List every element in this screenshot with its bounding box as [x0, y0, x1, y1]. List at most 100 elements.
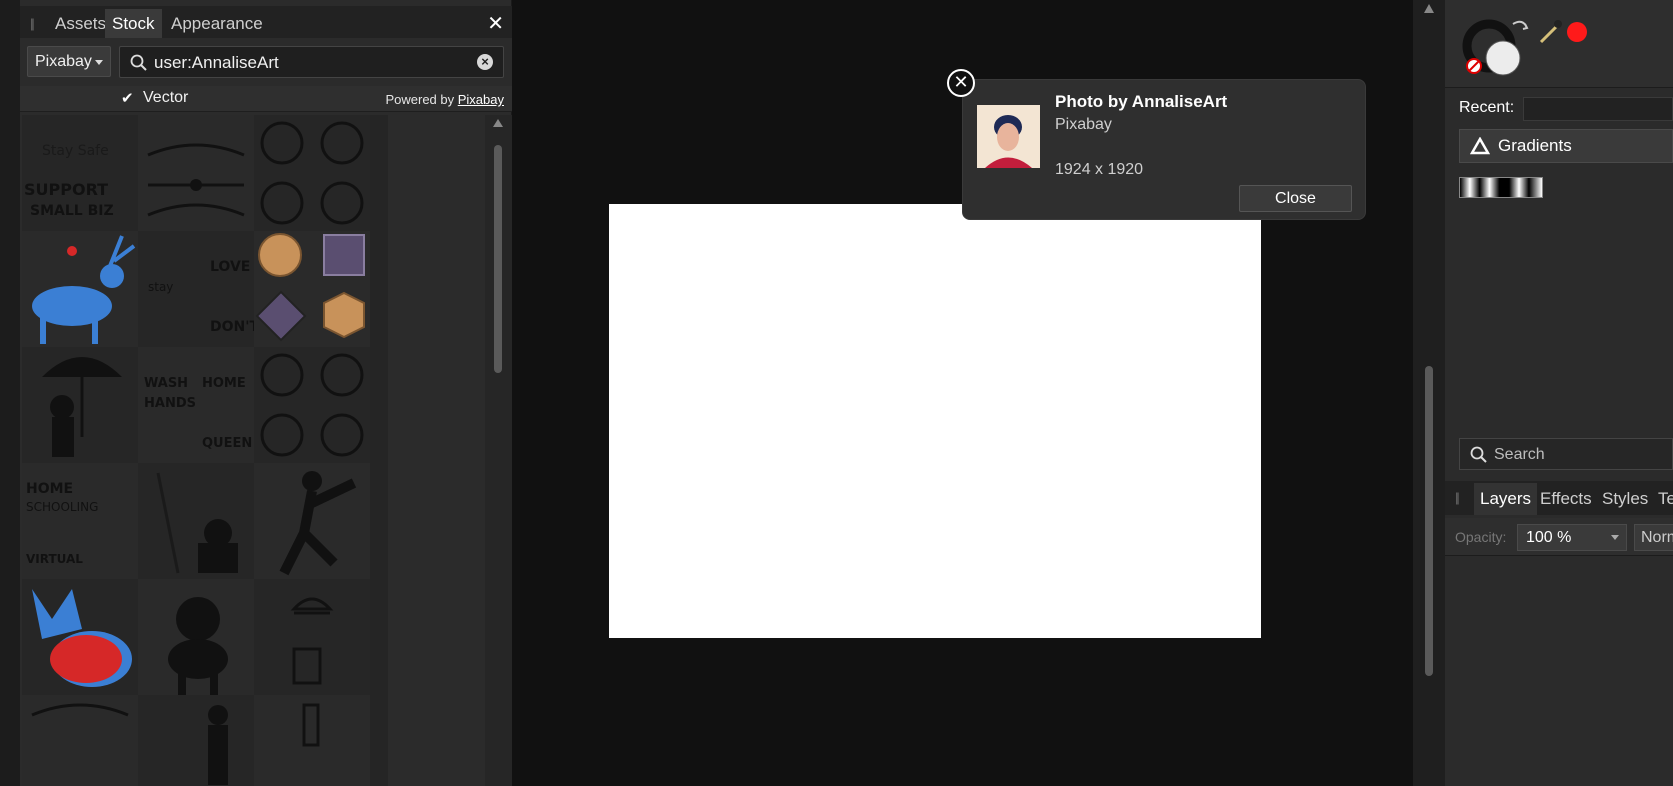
color-panel — [1445, 0, 1673, 88]
portrait-image — [977, 105, 1040, 168]
stock-thumbnail[interactable] — [254, 695, 370, 786]
stock-thumbnail[interactable] — [138, 115, 254, 231]
stock-thumbnail[interactable] — [254, 231, 370, 347]
vector-label: Vector — [143, 89, 189, 106]
vector-checkbox[interactable]: ✔ — [121, 91, 136, 106]
powered-by: Powered by Pixabay — [385, 92, 504, 107]
close-circle-icon[interactable]: ✕ — [947, 69, 975, 97]
provider-label: Pixabay — [35, 53, 92, 70]
gradients-label: Gradients — [1498, 136, 1572, 155]
stock-thumbnail[interactable] — [254, 115, 370, 231]
stock-thumbnail[interactable]: WASH HANDS QUEEN HOME — [138, 347, 254, 463]
blend-mode-dropdown[interactable]: Norm — [1634, 524, 1673, 551]
svg-text:stay: stay — [148, 280, 173, 294]
gradients-dropdown[interactable]: Gradients — [1459, 129, 1673, 163]
food-icons-icon — [290, 597, 334, 685]
poodle-silhouette-icon — [168, 597, 228, 695]
canvas-scrollbar[interactable] — [1413, 0, 1445, 786]
blue-deer-icon — [32, 235, 136, 344]
scroll-up-icon[interactable] — [1424, 4, 1434, 13]
filter-row: ✔ Vector Powered by Pixabay — [20, 86, 512, 112]
provider-dropdown[interactable]: Pixabay — [27, 46, 111, 77]
figure-silhouette-icon — [208, 705, 228, 785]
popup-title: Photo by AnnaliseArt — [1055, 92, 1228, 111]
figure-silhouette-icon — [156, 472, 238, 574]
blend-mode-value: Norm — [1641, 529, 1673, 546]
svg-text:HANDS: HANDS — [144, 396, 196, 411]
opacity-dropdown[interactable]: 100 % — [1517, 524, 1627, 551]
stock-results-grid: Stay Safe SUPPORT SMALL BIZ LOVE DON'T stay — [22, 115, 388, 786]
document-canvas[interactable] — [609, 204, 1261, 638]
stock-thumbnail[interactable]: LOVE DON'T stay — [138, 231, 254, 347]
emoji-faces-icon — [260, 121, 364, 225]
badge-shapes-icon — [255, 233, 365, 342]
stock-thumbnail[interactable] — [22, 347, 138, 463]
svg-text:LOVE: LOVE — [210, 259, 250, 275]
pixabay-link[interactable]: Pixabay — [458, 92, 504, 107]
umbrella-silhouette-icon — [42, 357, 122, 457]
stock-thumbnail[interactable]: Stay Safe SUPPORT SMALL BIZ — [22, 115, 138, 231]
svg-text:SUPPORT: SUPPORT — [24, 180, 108, 199]
stock-thumbnail[interactable] — [22, 695, 138, 786]
gradient-swatches[interactable] — [1459, 177, 1543, 198]
drag-handle-icon[interactable]: || — [30, 16, 35, 31]
scroll-up-icon[interactable] — [493, 119, 503, 127]
right-panel: Recent: Gradients Search || Layers Effec… — [1445, 0, 1673, 786]
svg-text:Stay Safe: Stay Safe — [42, 143, 109, 159]
scrollbar-thumb[interactable] — [1425, 366, 1433, 676]
color-wells-icon[interactable] — [1445, 0, 1673, 88]
svg-text:DON'T: DON'T — [210, 319, 254, 335]
stock-thumbnail[interactable] — [22, 579, 138, 695]
panel-tabbar: || Assets Stock Appearance ✕ — [20, 6, 512, 38]
left-toolbar-strip — [0, 0, 20, 786]
lettering-graphic-icon: LOVE DON'T stay — [148, 259, 254, 335]
tab-appearance[interactable]: Appearance — [164, 9, 270, 38]
svg-text:QUEEN: QUEEN — [202, 436, 252, 451]
close-button[interactable]: Close — [1239, 185, 1352, 212]
stock-thumbnail[interactable] — [138, 579, 254, 695]
recent-swatches[interactable] — [1523, 97, 1673, 121]
svg-text:SCHOOLING: SCHOOLING — [26, 500, 98, 514]
stock-thumbnail[interactable]: HOME SCHOOLING VIRTUAL — [22, 463, 138, 579]
app-window: || Assets Stock Appearance ✕ Pixabay use… — [0, 0, 1673, 786]
lettering-graphic-icon: Stay Safe SUPPORT SMALL BIZ — [24, 143, 114, 219]
search-icon — [130, 54, 147, 71]
tab-stock[interactable]: Stock — [105, 9, 162, 38]
popup-dimensions: 1924 x 1920 — [1055, 161, 1144, 178]
drag-handle-icon[interactable]: || — [1455, 490, 1460, 505]
ornament-icon — [147, 143, 245, 217]
lettering-graphic-icon: WASH HANDS QUEEN HOME — [144, 376, 252, 451]
photo-info-popup: Photo by AnnaliseArt Pixabay 1924 x 1920… — [962, 79, 1366, 220]
stock-thumbnail[interactable] — [138, 463, 254, 579]
gradient-triangle-icon — [1470, 137, 1490, 155]
stock-thumbnail[interactable] — [254, 579, 370, 695]
close-icon[interactable]: ✕ — [487, 11, 504, 36]
stock-thumbnail[interactable] — [254, 463, 370, 579]
results-scrollbar[interactable] — [485, 115, 512, 786]
tab-styles[interactable]: Styles — [1596, 483, 1654, 515]
layer-options-row: Opacity: 100 % Norm — [1445, 518, 1673, 556]
author-avatar — [977, 105, 1040, 168]
stock-thumbnail[interactable] — [138, 695, 254, 786]
svg-text:HOME: HOME — [202, 376, 246, 391]
svg-text:WASH: WASH — [144, 376, 188, 391]
scrollbar-thumb[interactable] — [494, 145, 502, 373]
swatch-search-input[interactable]: Search — [1459, 438, 1673, 470]
tab-layers[interactable]: Layers — [1474, 483, 1538, 515]
clear-search-icon[interactable]: × — [477, 54, 493, 70]
fox-teacup-icon — [32, 589, 132, 687]
lettering-graphic-icon: HOME SCHOOLING VIRTUAL — [26, 481, 98, 566]
cosmetics-icon — [302, 703, 320, 747]
layers-tabbar: || Layers Effects Styles Te — [1445, 481, 1673, 515]
opacity-value: 100 % — [1526, 529, 1572, 546]
ornament-icon — [31, 703, 129, 717]
tab-effects[interactable]: Effects — [1534, 483, 1598, 515]
svg-text:VIRTUAL: VIRTUAL — [26, 552, 83, 566]
tab-assets[interactable]: Assets — [48, 9, 113, 38]
recent-label: Recent: — [1459, 99, 1515, 116]
search-input[interactable]: user:AnnaliseArt × — [119, 46, 504, 78]
stock-thumbnail[interactable] — [254, 347, 370, 463]
search-row: Pixabay user:AnnaliseArt × — [20, 38, 512, 86]
stock-thumbnail[interactable] — [22, 231, 138, 347]
tab-text-styles[interactable]: Te — [1652, 483, 1673, 515]
